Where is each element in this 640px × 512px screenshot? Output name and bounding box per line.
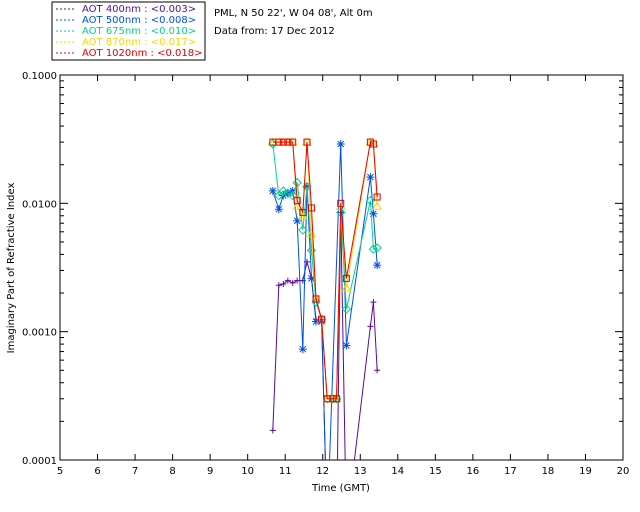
data-point — [366, 173, 375, 182]
data-point — [373, 261, 382, 270]
data-point — [336, 139, 345, 148]
x-tick-label: 14 — [391, 466, 404, 477]
data-point — [268, 186, 277, 195]
x-tick-label: 19 — [579, 466, 592, 477]
legend-label: AOT 870nm : <0.017> — [82, 37, 196, 48]
data-point — [269, 427, 276, 434]
chart-canvas: AOT 400nm : <0.003>AOT 500nm : <0.008>AO… — [6, 1, 629, 494]
x-tick-label: 15 — [429, 466, 442, 477]
data-point — [298, 345, 307, 354]
data-point — [342, 341, 351, 350]
y-tick-label: 0.1000 — [22, 71, 57, 82]
date-info: Data from: 17 Dec 2012 — [214, 26, 335, 37]
legend-label: AOT 1020nm : <0.018> — [82, 48, 202, 59]
x-tick-label: 13 — [354, 466, 367, 477]
x-tick-label: 7 — [132, 466, 138, 477]
x-tick-label: 18 — [542, 466, 555, 477]
y-axis-title: Imaginary Part of Refractive Index — [6, 183, 17, 354]
series-line — [272, 141, 378, 400]
x-tick-label: 5 — [57, 466, 63, 477]
y-tick-label: 0.0001 — [22, 456, 57, 467]
x-axis-title: Time (GMT) — [311, 483, 370, 494]
x-tick-label: 10 — [241, 466, 254, 477]
site-info: PML, N 50 22', W 04 08', Alt 0m — [214, 8, 373, 19]
x-tick-label: 17 — [504, 466, 517, 477]
x-tick-label: 20 — [617, 466, 630, 477]
data-point — [374, 367, 381, 374]
data-point — [370, 299, 377, 306]
y-tick-label: 0.0010 — [22, 328, 57, 339]
series-5 — [269, 138, 381, 403]
legend-label: AOT 400nm : <0.003> — [82, 4, 196, 15]
legend-label: AOT 500nm : <0.008> — [82, 15, 196, 26]
x-tick-label: 9 — [207, 466, 213, 477]
data-point — [275, 282, 282, 289]
x-tick-label: 12 — [316, 466, 329, 477]
y-tick-label: 0.0100 — [22, 199, 57, 210]
axes: 5 6 7 8 9 10 11 12 13 14 15 16 17 18 19 20 0.0001 0.0010 0… — [22, 71, 629, 477]
series-line — [272, 141, 378, 400]
x-tick-label: 6 — [94, 466, 100, 477]
data-point — [293, 216, 302, 225]
data-point — [367, 323, 374, 330]
legend-label: AOT 675nm : <0.010> — [82, 26, 196, 37]
x-tick-label: 16 — [466, 466, 479, 477]
x-tick-label: 11 — [279, 466, 292, 477]
series-line — [272, 143, 378, 460]
data-point — [274, 205, 283, 214]
x-tick-label: 8 — [169, 466, 175, 477]
